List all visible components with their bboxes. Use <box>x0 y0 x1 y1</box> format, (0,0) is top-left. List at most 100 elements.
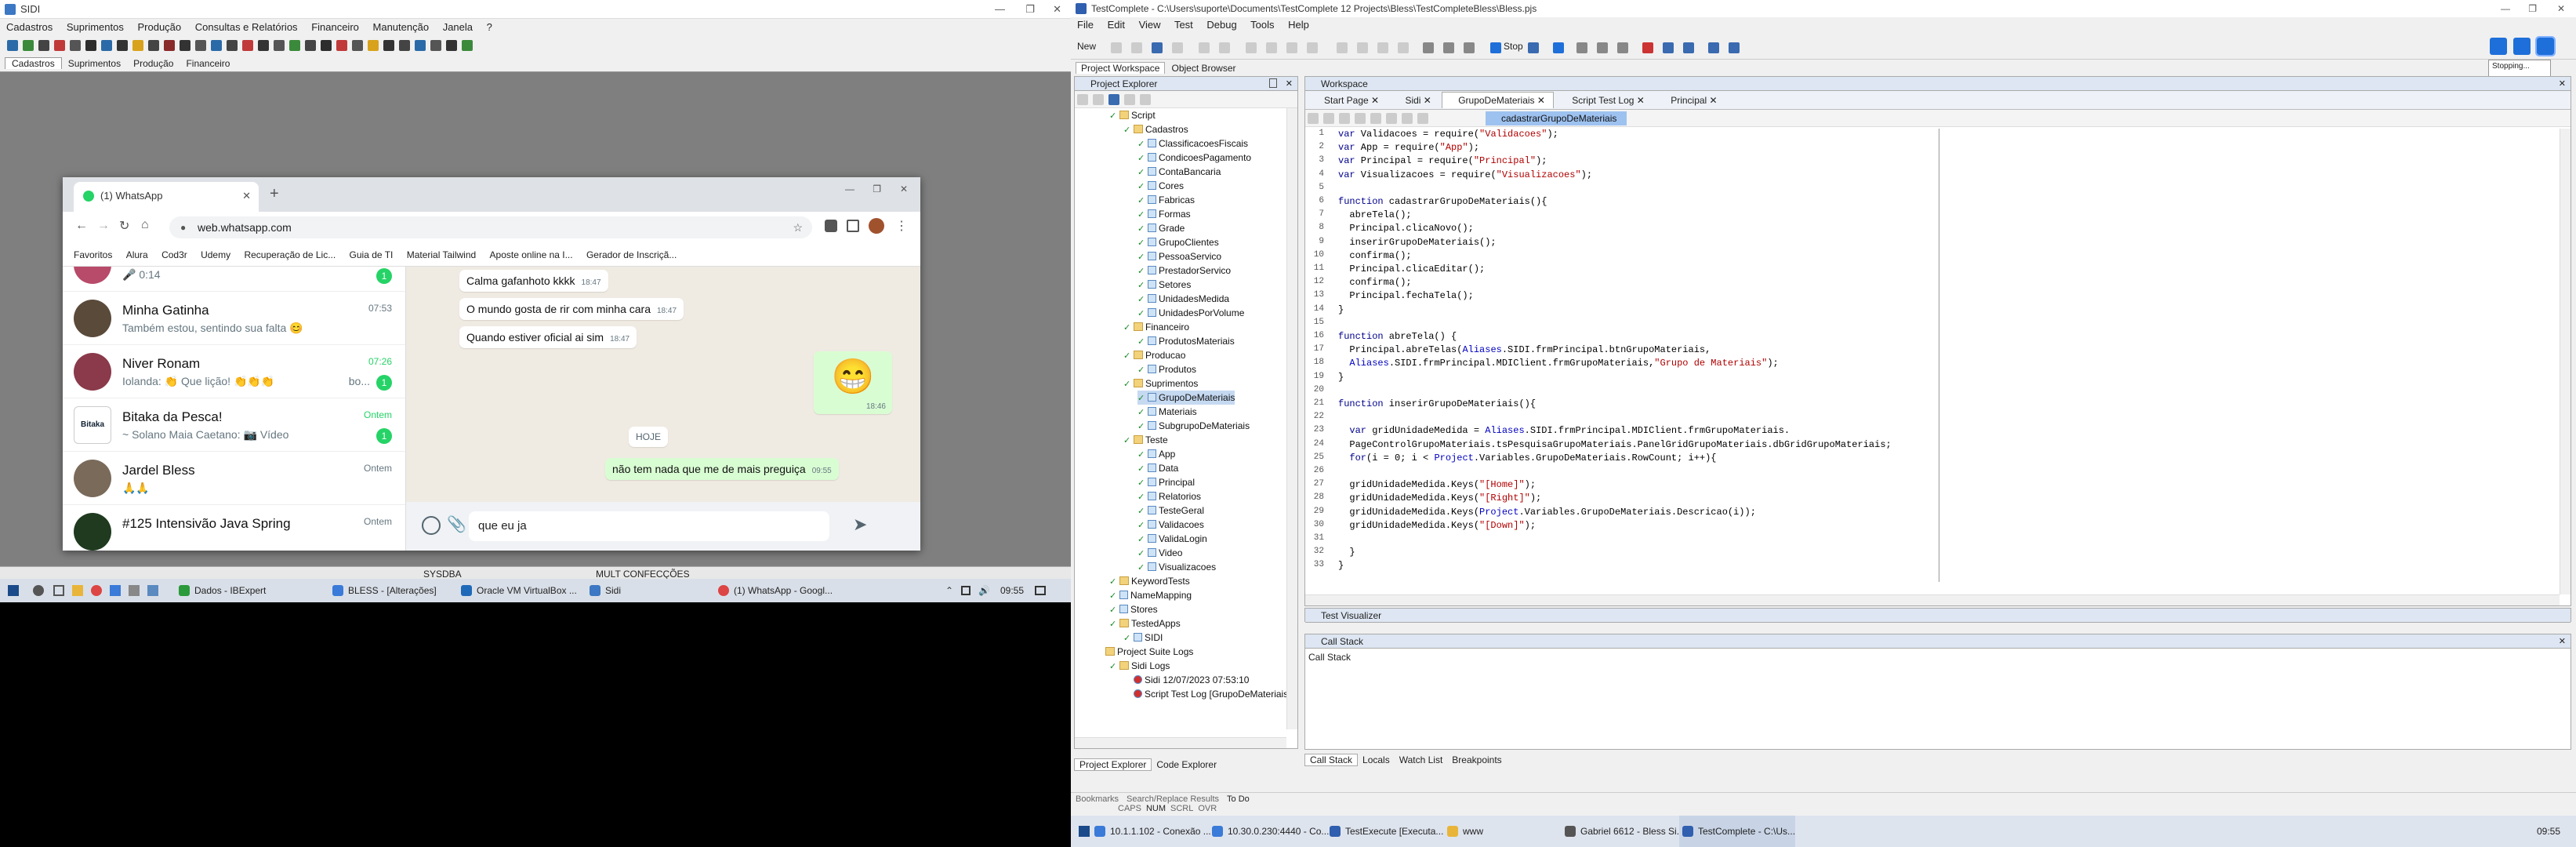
tab-breakpoints[interactable]: Breakpoints <box>1447 754 1506 765</box>
home-icon[interactable]: ⌂ <box>141 218 149 232</box>
tree-node[interactable]: ✓ Principal <box>1137 475 1195 489</box>
back-icon[interactable] <box>1402 113 1413 124</box>
checkbox-icon[interactable]: ✓ <box>1137 550 1145 558</box>
menu-consultas[interactable]: Consultas e Relatórios <box>195 21 298 33</box>
search-icon[interactable] <box>33 585 44 596</box>
reload-icon[interactable]: ↻ <box>119 218 129 234</box>
checkbox-icon[interactable]: ✓ <box>1137 493 1145 502</box>
menu-file[interactable]: File <box>1077 19 1094 31</box>
pinned-app-icon[interactable] <box>110 585 121 596</box>
code-line[interactable]: } <box>1338 304 1344 315</box>
code-line[interactable]: Aliases.SIDI.frmPrincipal.MDIClient.frmG… <box>1338 358 1778 369</box>
toolbar-icon[interactable] <box>1111 42 1122 53</box>
tree-scrollbar[interactable] <box>1286 108 1297 729</box>
back-icon[interactable]: ← <box>75 219 88 233</box>
code-line[interactable]: var Visualizacoes = require("Visualizaco… <box>1338 169 1592 180</box>
toolbar-icon[interactable] <box>1642 42 1653 53</box>
tree-node[interactable]: ✓ Validacoes <box>1137 518 1204 532</box>
tree-node[interactable]: ✓ Producao <box>1123 348 1185 362</box>
toolbar-icon[interactable] <box>1370 113 1381 124</box>
toolbar-icon[interactable] <box>1152 42 1163 53</box>
toolbar-icon[interactable] <box>1323 113 1334 124</box>
checkbox-icon[interactable]: ✓ <box>1137 564 1145 573</box>
toolbar-icon[interactable] <box>336 39 347 51</box>
tree-node[interactable]: ✓ GrupoClientes <box>1137 235 1219 249</box>
menu-test[interactable]: Test <box>1174 19 1193 31</box>
checkbox-icon[interactable]: ✓ <box>1137 338 1145 347</box>
checkbox-icon[interactable]: ✓ <box>1109 578 1117 587</box>
toolbar-icon[interactable] <box>1124 94 1135 105</box>
menu-financeiro[interactable]: Financeiro <box>311 21 359 33</box>
pause-recording-icon[interactable] <box>2513 38 2531 55</box>
checkbox-icon[interactable]: ✓ <box>1137 211 1145 220</box>
checkbox-icon[interactable]: ✓ <box>1137 310 1145 318</box>
checkbox-icon[interactable]: ✓ <box>1137 253 1145 262</box>
editor-vscrollbar[interactable] <box>2560 129 2571 594</box>
checkbox-icon[interactable]: ✓ <box>1109 592 1117 601</box>
stop-icon[interactable] <box>1490 42 1501 53</box>
tray-chevron-icon[interactable]: ⌃ <box>945 579 953 602</box>
tab-watch-list[interactable]: Watch List <box>1395 754 1448 765</box>
toolbar-icon[interactable] <box>227 39 238 51</box>
checkbox-icon[interactable]: ✓ <box>1137 225 1145 234</box>
tree-node[interactable]: ✓ Data <box>1137 461 1178 475</box>
toolbar-icon[interactable] <box>446 39 457 51</box>
toolbar-icon[interactable] <box>117 39 128 51</box>
code-line[interactable]: Principal.clicaEditar(); <box>1338 264 1485 274</box>
code-line[interactable]: gridUnidadeMedida.Keys("[Down]"); <box>1338 520 1536 531</box>
network-icon[interactable] <box>961 586 971 595</box>
new-button[interactable]: New <box>1077 41 1096 52</box>
tab-bookmarks[interactable]: Bookmarks <box>1076 794 1119 804</box>
tree-node[interactable]: ✓ App <box>1137 447 1175 461</box>
code-line[interactable]: confirma(); <box>1338 250 1411 261</box>
code-line[interactable]: var gridUnidadeMedida = Aliases.SIDI.frm… <box>1338 425 1790 436</box>
tab-call-stack[interactable]: Call Stack <box>1304 754 1359 766</box>
bookmark-item[interactable]: Recuperação de Lic... <box>244 249 336 260</box>
tree-node[interactable]: ✓ SubgrupoDeMateriais <box>1137 419 1250 433</box>
toolbar-icon[interactable] <box>368 39 379 51</box>
toolbar-icon[interactable] <box>1286 42 1297 53</box>
toolbar-icon[interactable] <box>1246 42 1257 53</box>
tree-node[interactable]: ✓ Setores <box>1137 278 1191 292</box>
toolbar-icon[interactable] <box>1355 113 1366 124</box>
toolbar-icon[interactable] <box>38 39 49 51</box>
tab-script-test-log[interactable]: Script Test Log ✕ <box>1556 95 1653 106</box>
bookmark-item[interactable]: Alura <box>126 249 148 260</box>
toolbar-icon[interactable] <box>180 39 190 51</box>
checkbox-icon[interactable]: ✓ <box>1137 183 1145 191</box>
tab-todo[interactable]: To Do <box>1227 794 1250 804</box>
minimize-icon[interactable]: — <box>995 0 1005 19</box>
toolbar-icon[interactable] <box>242 39 253 51</box>
tree-node[interactable]: ✓ CondicoesPagamento <box>1137 151 1251 165</box>
tree-node[interactable]: ✓ Stores <box>1109 602 1158 616</box>
toolbar-icon[interactable] <box>1729 42 1740 53</box>
code-line[interactable]: function cadastrarGrupoDeMateriais(){ <box>1338 196 1547 207</box>
close-icon[interactable]: ✕ <box>1053 0 1061 19</box>
toolbar-icon[interactable] <box>85 39 96 51</box>
menu-edit[interactable]: Edit <box>1108 19 1125 31</box>
toolbar-icon[interactable] <box>1617 42 1628 53</box>
tree-node[interactable]: ✓ Produtos <box>1137 362 1196 376</box>
pinned-app-icon[interactable] <box>147 585 158 596</box>
checkbox-icon[interactable]: ✓ <box>1123 380 1131 389</box>
restore-icon[interactable]: ❐ <box>2528 0 2537 17</box>
taskview-icon[interactable] <box>53 585 64 596</box>
undo-icon[interactable] <box>1199 42 1210 53</box>
close-icon[interactable]: ✕ <box>1286 77 1293 91</box>
menu-producao[interactable]: Produção <box>137 21 181 33</box>
taskbar-item[interactable]: Oracle VM VirtualBox ... <box>456 579 577 602</box>
code-line[interactable]: abreTela(); <box>1338 209 1411 220</box>
chat-list-item[interactable]: Minha Gatinha Também estou, sentindo sua… <box>63 292 405 345</box>
emoji-icon[interactable] <box>422 516 441 535</box>
menu-help[interactable]: ? <box>487 21 492 33</box>
bookmark-item[interactable]: Material Tailwind <box>407 249 476 260</box>
checkbox-icon[interactable]: ✓ <box>1137 169 1145 177</box>
toolbar-icon[interactable] <box>1683 42 1694 53</box>
toolbar-icon[interactable] <box>7 39 18 51</box>
taskbar-item[interactable]: (1) WhatsApp - Googl... <box>713 579 833 602</box>
toolbar-icon[interactable] <box>352 39 363 51</box>
tab-code-explorer[interactable]: Code Explorer <box>1152 759 1221 770</box>
toolbar-icon[interactable] <box>1464 42 1475 53</box>
menu-debug[interactable]: Debug <box>1206 19 1236 31</box>
toolbar-icon[interactable] <box>132 39 143 51</box>
